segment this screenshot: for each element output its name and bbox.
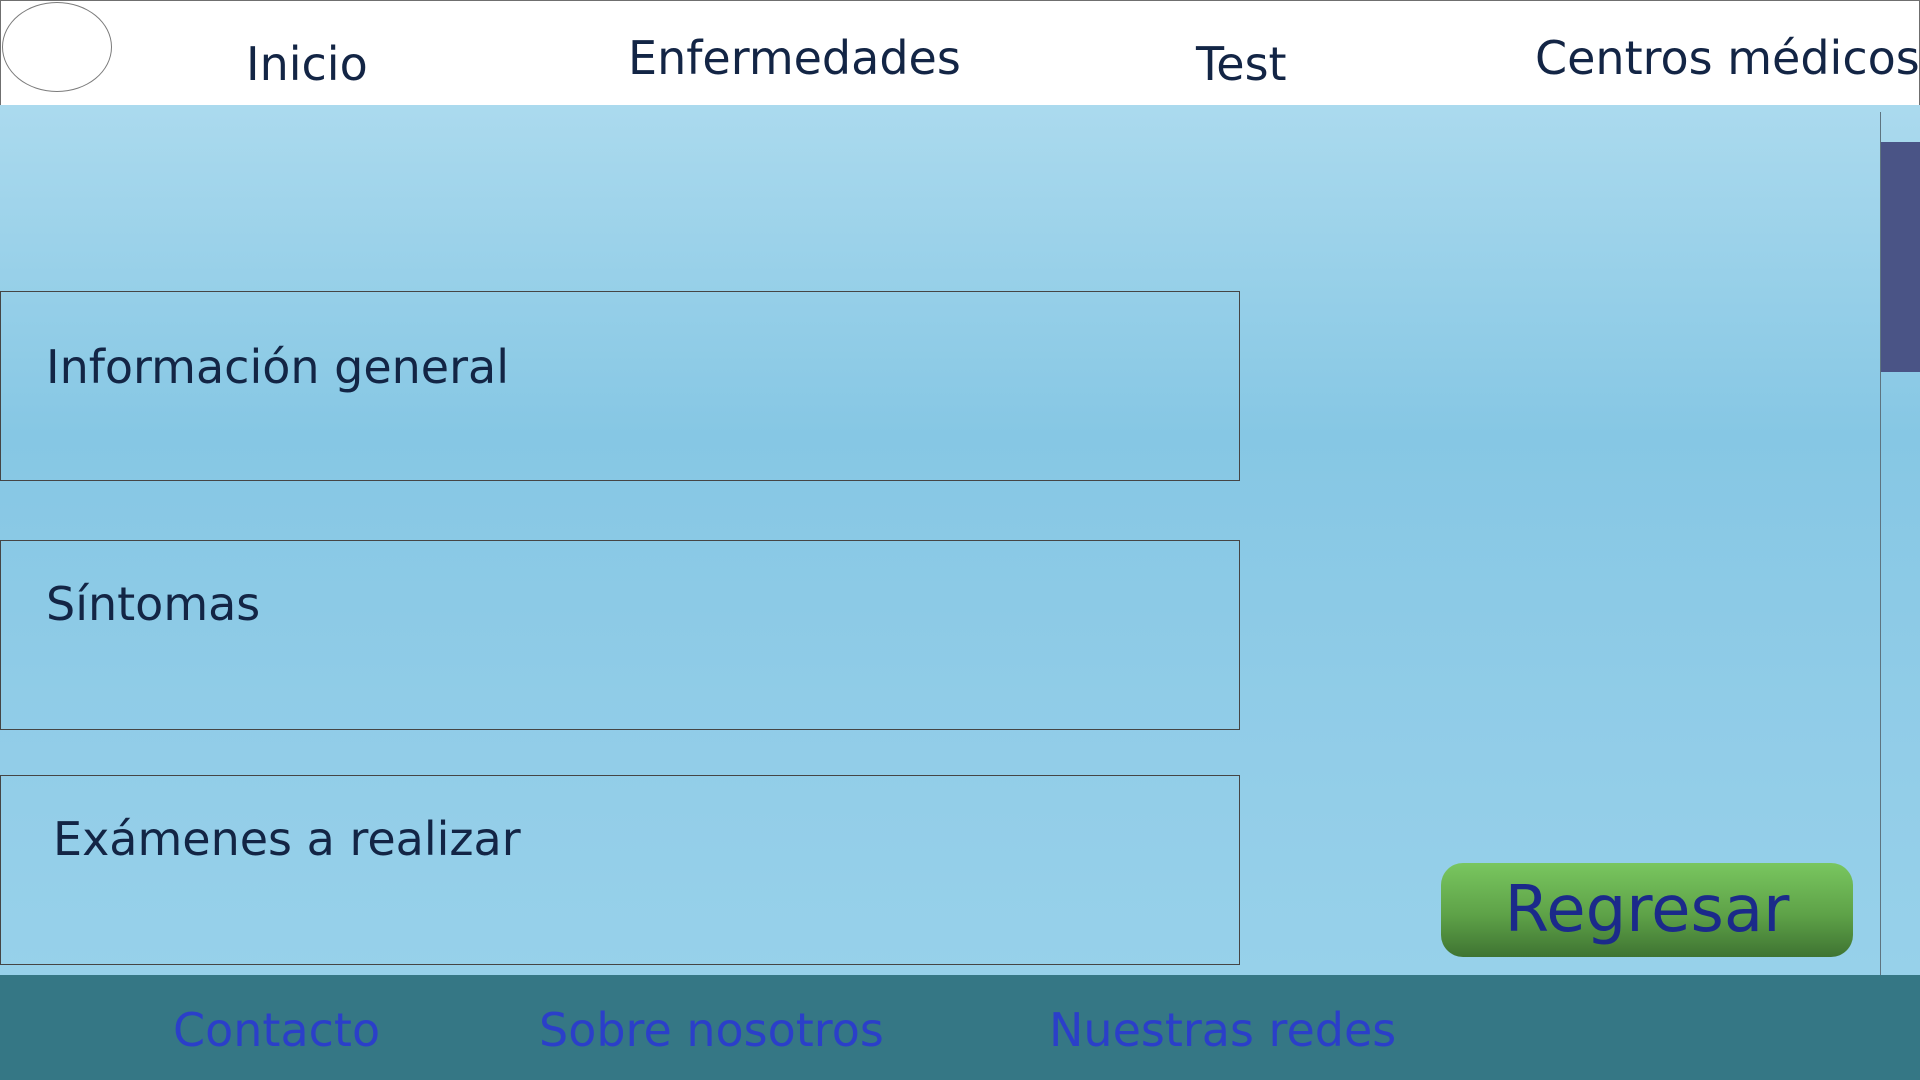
nav-centros-medicos[interactable]: Centros médicos [1535, 35, 1920, 81]
main-content: Información general Síntomas Exámenes a … [0, 105, 1920, 975]
footer-link-nuestras-redes[interactable]: Nuestras redes [1049, 1007, 1396, 1053]
section-label: Información general [46, 340, 509, 394]
section-label: Exámenes a realizar [53, 812, 521, 866]
header-bar: Inicio Enfermedades Test Centros médicos [0, 0, 1920, 106]
scrollbar-thumb[interactable] [1881, 142, 1920, 372]
section-informacion-general[interactable]: Información general [0, 291, 1240, 481]
section-label: Síntomas [46, 577, 261, 631]
section-sintomas[interactable]: Síntomas [0, 540, 1240, 730]
logo-placeholder[interactable] [2, 2, 112, 92]
nav-test[interactable]: Test [1196, 41, 1287, 87]
footer-link-sobre-nosotros[interactable]: Sobre nosotros [539, 1007, 884, 1053]
nav-inicio[interactable]: Inicio [246, 41, 368, 87]
back-button[interactable]: Regresar [1441, 863, 1853, 957]
footer-link-contacto[interactable]: Contacto [173, 1007, 380, 1053]
page: Inicio Enfermedades Test Centros médicos… [0, 0, 1920, 1080]
footer-bar: Contacto Sobre nosotros Nuestras redes [0, 975, 1920, 1080]
nav-enfermedades[interactable]: Enfermedades [628, 35, 961, 81]
section-examenes[interactable]: Exámenes a realizar [0, 775, 1240, 965]
